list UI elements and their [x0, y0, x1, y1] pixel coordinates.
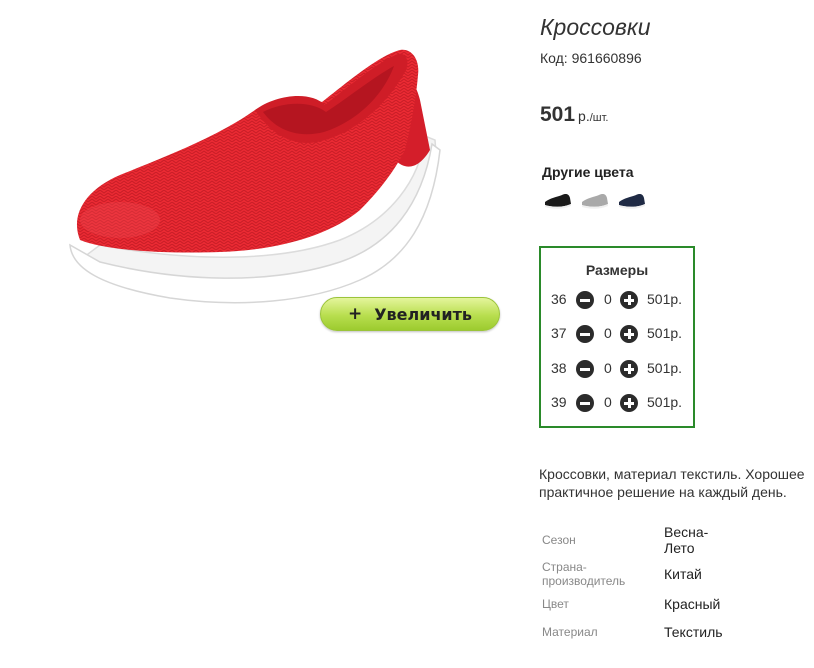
size-quantity: 0 — [604, 291, 612, 307]
price-value: 501 — [540, 103, 576, 126]
product-price: 501 р./шт. — [540, 103, 609, 127]
plus-icon[interactable] — [620, 360, 638, 378]
size-row: 37 0 501р. — [541, 324, 693, 344]
size-quantity: 0 — [604, 325, 612, 341]
spec-value-material: Текстиль — [664, 624, 723, 640]
size-price: 501р. — [647, 360, 683, 376]
plus-icon: + — [347, 304, 363, 324]
plus-icon[interactable] — [620, 325, 638, 343]
minus-icon[interactable] — [576, 291, 594, 309]
swatch-black-shoe[interactable] — [542, 186, 573, 212]
spec-value-color: Красный — [664, 596, 721, 612]
sizes-box: Размеры 36 0 501р. 37 0 501р. 38 0 501р.… — [539, 246, 695, 428]
size-row: 39 0 501р. — [541, 393, 693, 413]
product-code-label: Код: — [540, 50, 568, 66]
swatch-navy-shoe[interactable] — [616, 186, 647, 212]
size-price: 501р. — [647, 394, 683, 410]
minus-icon[interactable] — [576, 394, 594, 412]
plus-icon[interactable] — [620, 394, 638, 412]
product-image[interactable] — [60, 40, 450, 330]
size-value: 38 — [551, 360, 567, 376]
spec-key-color: Цвет — [542, 597, 569, 611]
zoom-button-label: Увеличить — [374, 304, 473, 324]
spec-key-country: Страна-производитель — [542, 560, 626, 588]
other-colors-label: Другие цвета — [542, 164, 634, 180]
zoom-button[interactable]: + Увеличить — [320, 297, 500, 331]
size-value: 39 — [551, 394, 567, 410]
size-price: 501р. — [647, 291, 683, 307]
size-value: 36 — [551, 291, 567, 307]
product-code-value: 961660896 — [571, 50, 642, 66]
spec-value-season: Весна-Лето — [664, 524, 709, 556]
sizes-title: Размеры — [585, 262, 649, 278]
size-row: 36 0 501р. — [541, 290, 693, 310]
price-unit: /шт. — [589, 112, 609, 124]
size-price: 501р. — [647, 325, 683, 341]
spec-key-material: Материал — [542, 625, 598, 639]
swatch-gray-shoe[interactable] — [579, 186, 610, 212]
size-quantity: 0 — [604, 394, 612, 410]
product-title: Кроссовки — [540, 14, 651, 40]
spec-key-season: Сезон — [542, 533, 576, 547]
spec-value-country: Китай — [664, 566, 702, 582]
minus-icon[interactable] — [576, 325, 594, 343]
other-colors-swatches — [542, 186, 647, 212]
size-quantity: 0 — [604, 360, 612, 376]
product-code: Код: 961660896 — [540, 50, 642, 66]
price-currency: р. — [578, 108, 590, 124]
size-value: 37 — [551, 325, 567, 341]
product-description: Кроссовки, материал текстиль. Хорошее пр… — [539, 466, 805, 500]
minus-icon[interactable] — [576, 360, 594, 378]
size-row: 38 0 501р. — [541, 359, 693, 379]
plus-icon[interactable] — [620, 291, 638, 309]
